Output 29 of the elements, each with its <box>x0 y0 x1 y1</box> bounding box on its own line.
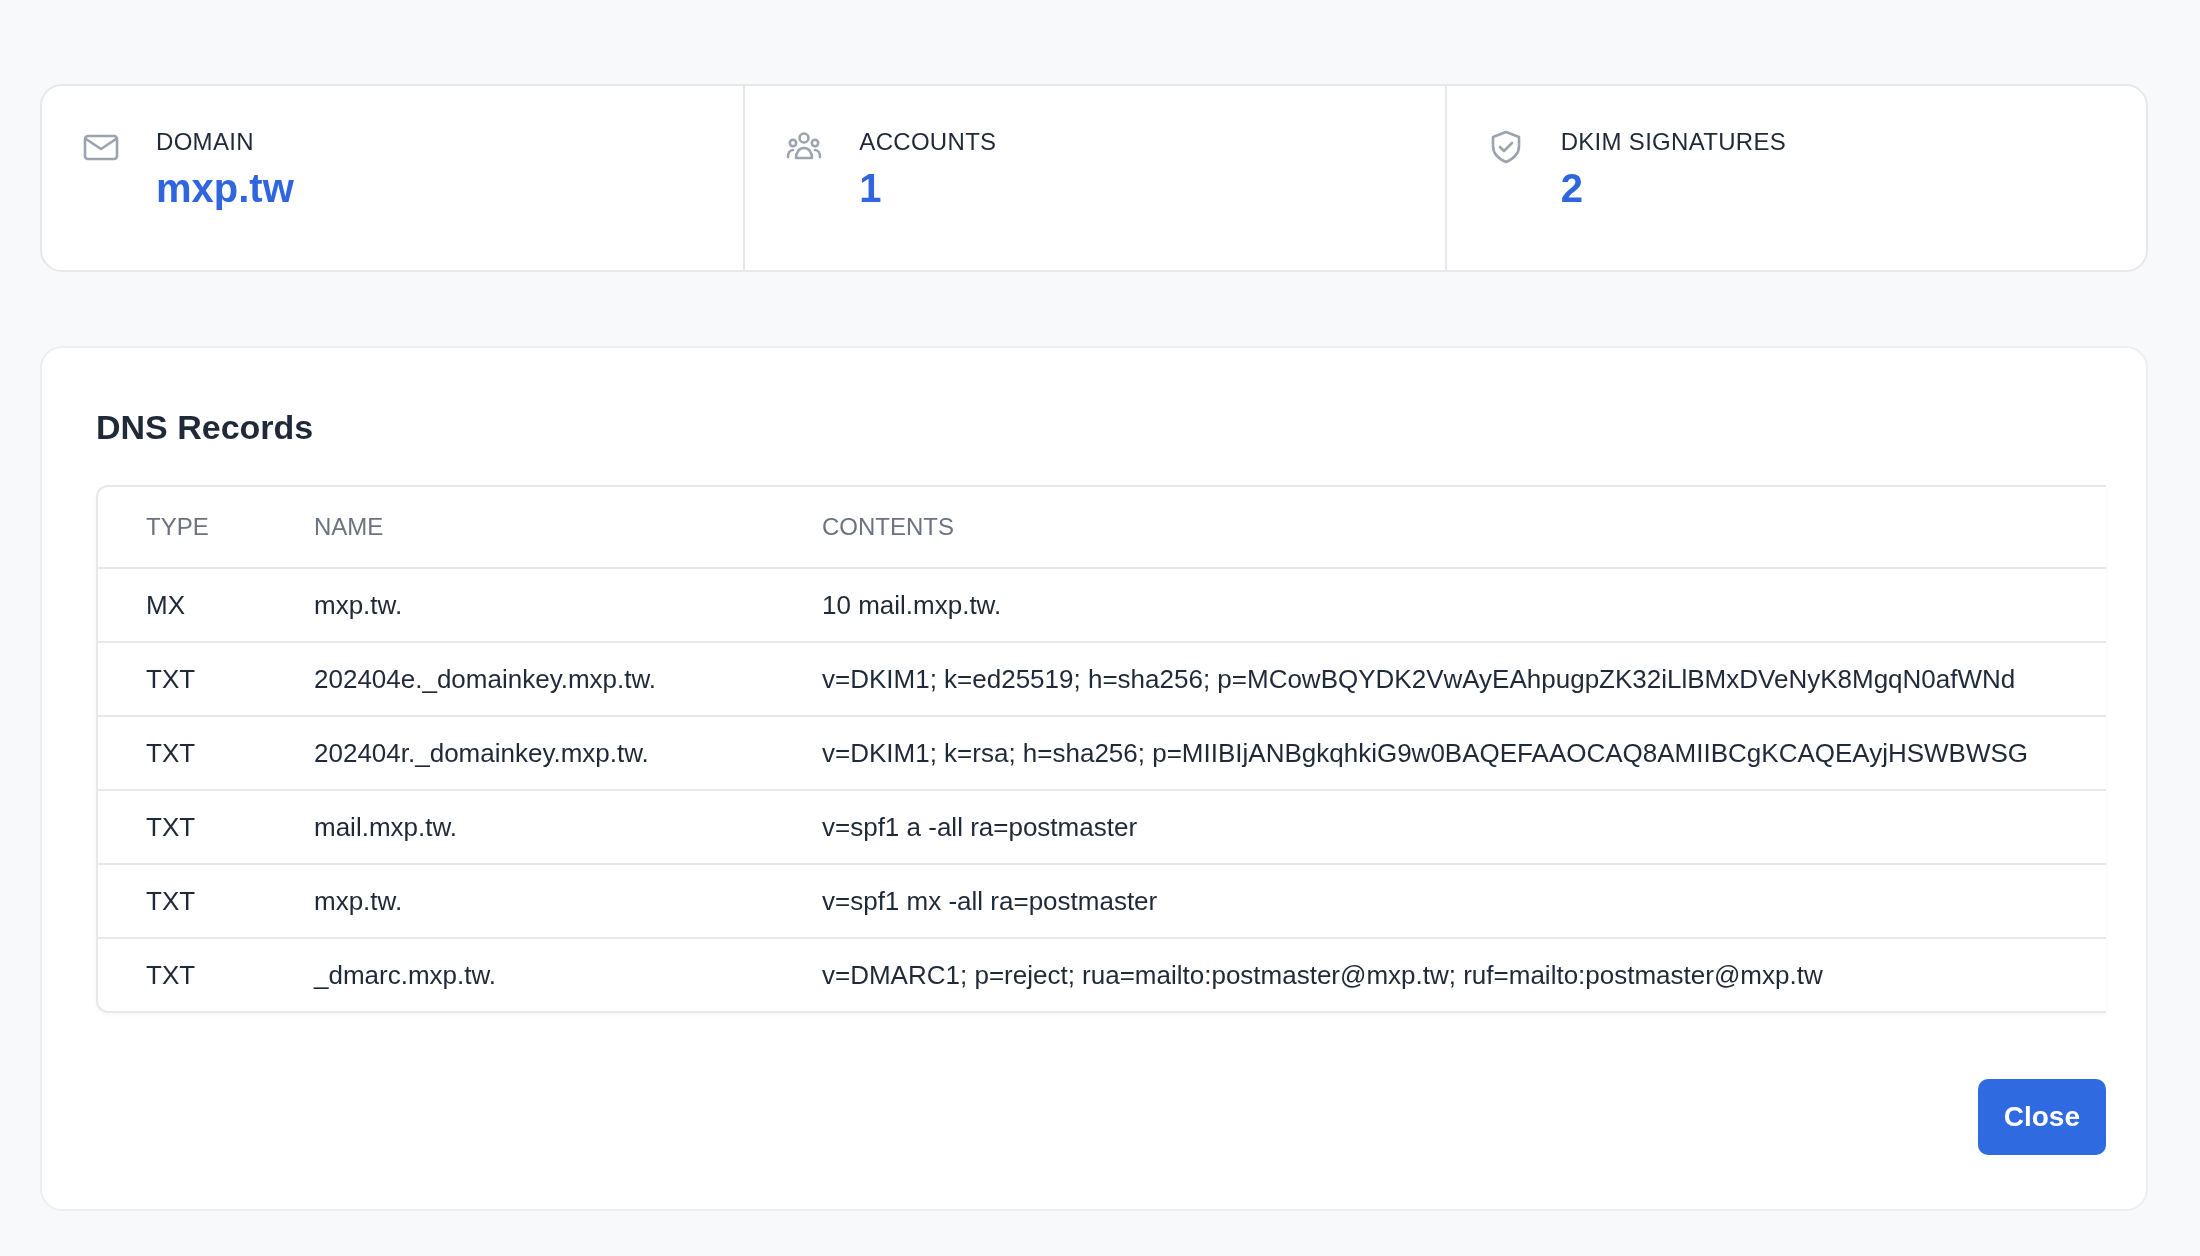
table-cell: _dmarc.mxp.tw. <box>266 938 774 1011</box>
table-cell: TXT <box>98 938 266 1011</box>
stat-value: mxp.tw <box>156 166 294 211</box>
column-header: NAME <box>266 487 774 568</box>
stat-value: 1 <box>859 166 883 211</box>
column-header: CONTENTS <box>774 487 2106 568</box>
table-cell: v=spf1 a -all ra=postmaster <box>774 790 2106 864</box>
table-cell: TXT <box>98 864 266 938</box>
table-cell: mxp.tw. <box>266 568 774 642</box>
table-cell: v=DMARC1; p=reject; rua=mailto:postmaster@mxp.tw; ruf=mailto:postmaster@mxp.tw <box>774 938 2106 1011</box>
table-cell: mxp.tw. <box>266 864 774 938</box>
section-title: DNS Records <box>96 408 315 447</box>
table-cell: TXT <box>98 716 266 790</box>
table-cell: mail.mxp.tw. <box>266 790 774 864</box>
table-cell: TXT <box>98 642 266 716</box>
close-button[interactable]: Close <box>1977 1079 2106 1155</box>
table-cell: v=DKIM1; k=rsa; h=sha256; p=MIIBIjANBgkqhkiG9w0BAQEFAAOCAQ8AMIIBCgKCAQEAyjHSWBWSG <box>774 716 2106 790</box>
table-cell: 202404e._domainkey.mxp.tw. <box>266 642 774 716</box>
stat-label: DKIM SIGNATURES <box>1560 128 1787 156</box>
table-cell: TXT <box>98 790 266 864</box>
stat-label: DOMAIN <box>156 128 255 156</box>
table-cell: 10 mail.mxp.tw. <box>774 568 2106 642</box>
column-header: TYPE <box>98 487 266 568</box>
stat-value: 2 <box>1560 166 1584 211</box>
stat-label: ACCOUNTS <box>859 128 997 156</box>
table-cell: 202404r._domainkey.mxp.tw. <box>266 716 774 790</box>
table-cell: v=spf1 mx -all ra=postmaster <box>774 864 2106 938</box>
table-cell: MX <box>98 568 266 642</box>
table-cell: v=DKIM1; k=ed25519; h=sha256; p=MCowBQYDK2VwAyEAhpugpZK32iLlBMxDVeNyK8MgqN0afWNd <box>774 642 2106 716</box>
